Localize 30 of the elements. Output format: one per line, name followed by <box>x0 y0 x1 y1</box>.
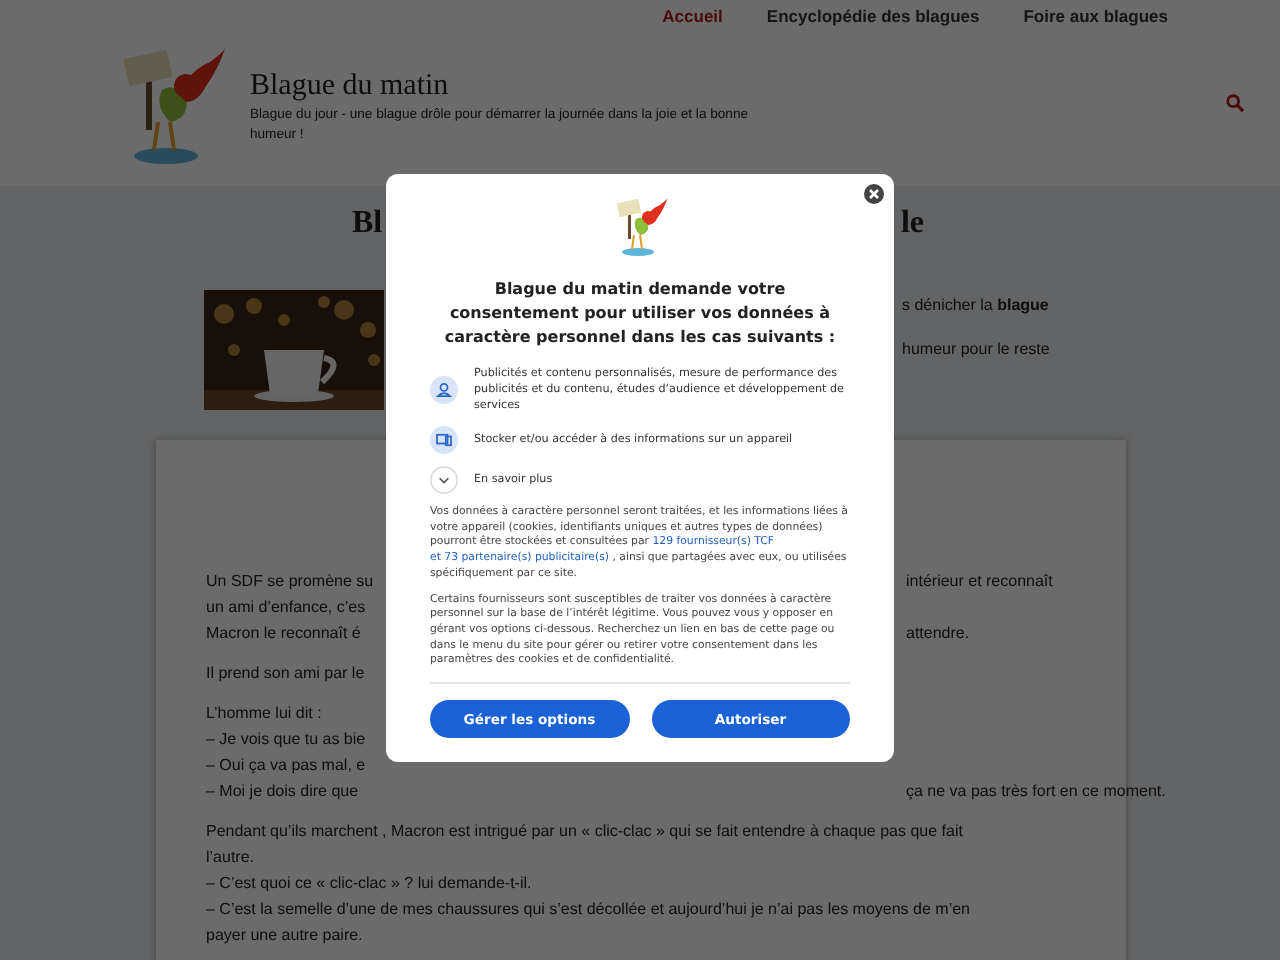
close-icon[interactable] <box>864 184 884 204</box>
site-title[interactable]: Blague du matin <box>250 70 790 104</box>
article-heading: Bl <box>352 206 383 244</box>
dialog-title: Blague du matin demande votre consentement pour utiliser vos données à caractère personnel dans les cas suivants : <box>442 278 838 350</box>
body-text: intérieur et reconnaît <box>906 570 1053 594</box>
nav-link[interactable]: Accueil <box>662 6 723 26</box>
body-text: Il prend son ami par le <box>206 662 367 686</box>
body-text: Un SDF se promène su <box>206 570 376 594</box>
nav-link[interactable]: Foire aux blagues <box>1023 6 1168 26</box>
search-icon[interactable] <box>1226 94 1244 112</box>
body-text: payer une autre paire. <box>206 924 363 948</box>
body-text: – Oui ça va pas mal, e <box>206 754 368 778</box>
body-text: ça ne va pas très fort en ce moment. <box>906 780 1166 804</box>
intro-text: s dénicher la blague <box>902 296 1050 314</box>
body-text: – Moi je dois dire que <box>206 780 361 804</box>
nav-link[interactable]: Encyclopédie des blagues <box>766 6 980 26</box>
body-text: L’homme lui dit : <box>206 702 324 726</box>
chevron-icon[interactable] <box>430 466 458 494</box>
body-text: – C’est quoi ce « clic-clac » ? lui demande-t-il. <box>206 872 532 896</box>
person-icon <box>430 376 458 404</box>
body-text: attendre. <box>906 622 970 646</box>
article-heading: le <box>900 206 924 244</box>
body-text: Pendant qu’ils marchent , Macron est intrigué par un « clic-clac » qui se fait entendre à chaque pas que fait <box>206 820 963 844</box>
body-text: un ami d’enfance, c’es <box>206 596 368 620</box>
body-text: – Je vois que tu as bie <box>206 728 368 752</box>
body-text: – C’est la semelle d’une de mes chaussures qui s’est décollée et aujourd’hui je n’ai pas les moyens de m’en <box>206 898 970 922</box>
device-icon <box>430 426 458 454</box>
body-text: Macron le reconnaît é <box>206 622 363 646</box>
intro-text: humeur pour le reste <box>902 340 1050 358</box>
body-text: l’autre. <box>206 846 255 870</box>
